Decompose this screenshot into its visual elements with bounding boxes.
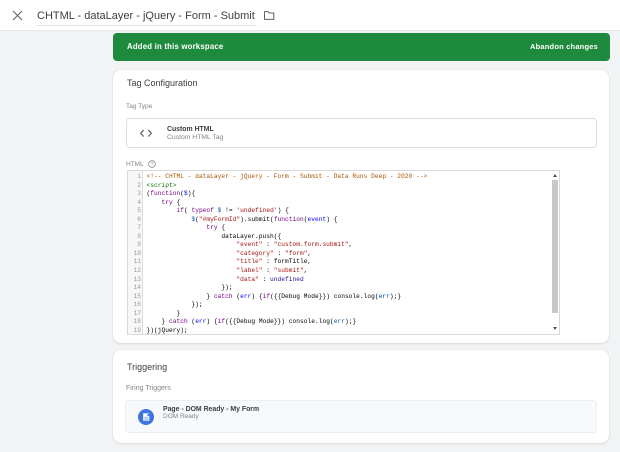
svg-text:?: ? — [151, 162, 154, 168]
